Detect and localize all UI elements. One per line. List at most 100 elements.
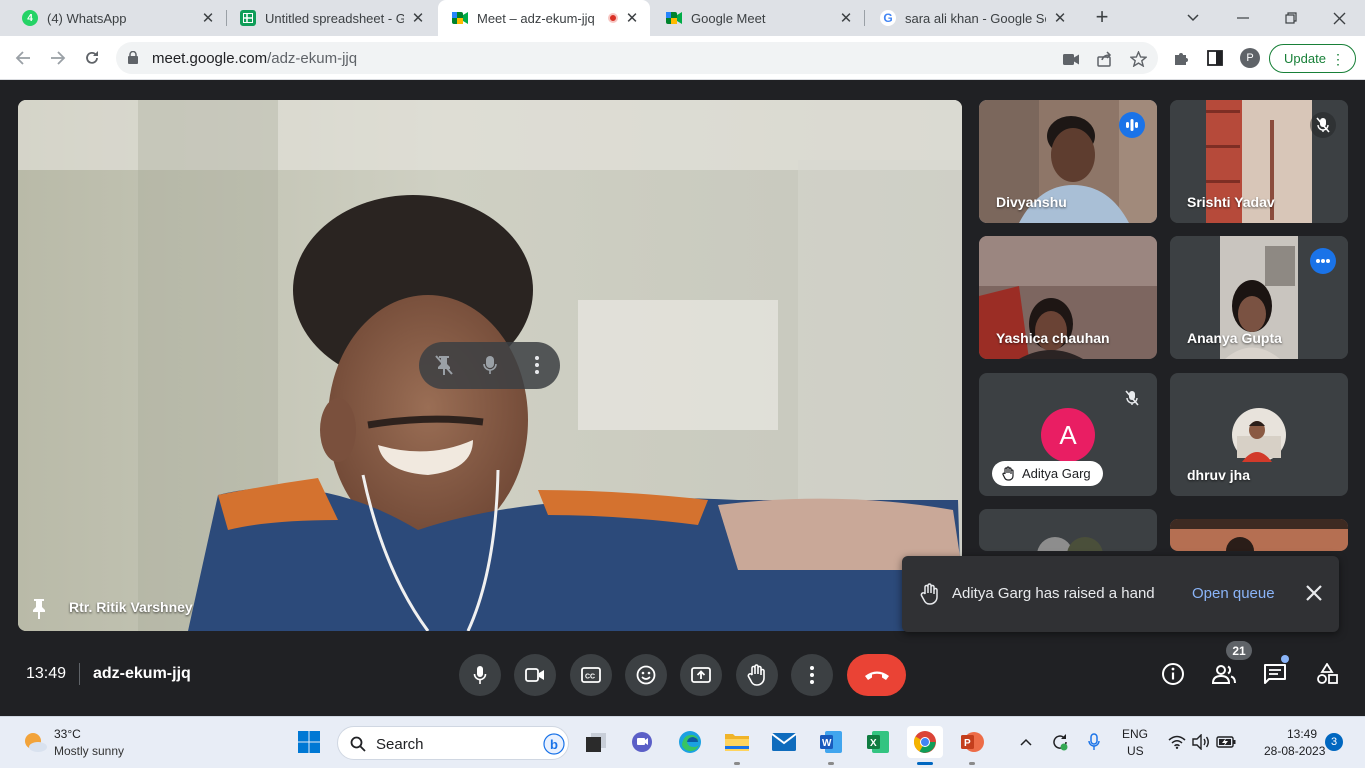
more-options-icon[interactable] [526, 354, 548, 376]
meeting-details-button[interactable] [1159, 660, 1187, 688]
tab-meet-active[interactable]: Meet – adz-ekum-jjq ✕ [438, 0, 650, 36]
edge-browser-button[interactable] [676, 728, 704, 756]
weather-temperature[interactable]: 33°C [54, 727, 81, 741]
participant-tile[interactable]: Divyanshu [979, 100, 1157, 223]
update-button[interactable]: Update ⋮ [1269, 44, 1356, 73]
close-window-button[interactable] [1316, 0, 1362, 36]
unpin-icon[interactable] [433, 354, 455, 376]
info-icon [1162, 663, 1184, 685]
captions-button[interactable]: CC [570, 654, 612, 696]
url-text[interactable]: meet.google.com/adz-ekum-jjq [152, 50, 357, 67]
restore-button[interactable] [1268, 0, 1314, 36]
profile-avatar[interactable]: P [1240, 48, 1260, 68]
word-button[interactable]: W [817, 728, 845, 756]
language-indicator[interactable]: ENG [1122, 727, 1148, 741]
participant-tile[interactable]: A Aditya Garg [979, 373, 1157, 496]
chrome-icon [914, 731, 936, 753]
activities-button[interactable] [1313, 660, 1341, 688]
file-explorer-button[interactable] [723, 728, 751, 756]
video-camera-icon [525, 668, 544, 682]
side-panel-icon[interactable] [1206, 49, 1224, 67]
participant-tile[interactable]: Srishti Yadav [1170, 100, 1348, 223]
participant-tile[interactable]: dhruv jha [1170, 373, 1348, 496]
powerpoint-button[interactable]: P [958, 728, 986, 756]
address-bar[interactable]: meet.google.com/adz-ekum-jjq [116, 42, 1158, 74]
raised-hand-notification: Aditya Garg has raised a hand Open queue [902, 556, 1339, 632]
clock-date[interactable]: 28-08-2023 [1264, 744, 1325, 758]
chevron-up-icon [1020, 738, 1032, 746]
main-video-tile[interactable]: Rtr. Ritik Varshney [18, 100, 962, 631]
chat-button[interactable] [1261, 660, 1289, 688]
main-speaker-name: Rtr. Ritik Varshney [69, 599, 193, 615]
meeting-code: adz-ekum-jjq [93, 665, 191, 682]
weather-sun-icon[interactable] [22, 729, 48, 755]
microphone-tray-button[interactable] [1080, 728, 1108, 756]
extensions-puzzle-icon[interactable] [1172, 49, 1190, 67]
battery-tray-button[interactable] [1212, 728, 1240, 756]
present-screen-button[interactable] [680, 654, 722, 696]
tab-spreadsheet[interactable]: Untitled spreadsheet - Go ✕ [226, 0, 436, 36]
close-tab-icon[interactable]: ✕ [410, 9, 426, 27]
tab-google-meet[interactable]: Google Meet ✕ [652, 0, 864, 36]
participant-count-badge: 21 [1226, 641, 1252, 660]
update-label: Update [1284, 51, 1326, 66]
excel-button[interactable]: X [864, 728, 892, 756]
start-button[interactable] [295, 728, 323, 756]
raised-hand-badge: Aditya Garg [992, 461, 1103, 486]
tile-hover-controls [419, 342, 560, 389]
wifi-icon [1168, 735, 1186, 749]
keyboard-layout[interactable]: US [1127, 744, 1144, 758]
present-icon [691, 667, 711, 683]
camera-in-use-icon[interactable] [1062, 50, 1080, 68]
participant-name: Divyanshu [996, 194, 1067, 210]
notification-badge[interactable]: 3 [1325, 733, 1343, 751]
clock-time[interactable]: 13:49 [1287, 727, 1317, 741]
tab-search-chevron-icon[interactable] [1170, 0, 1216, 36]
sync-tray-button[interactable] [1046, 728, 1074, 756]
emoji-icon [636, 665, 656, 685]
participant-avatar-group [1037, 537, 1103, 551]
search-icon [350, 736, 366, 752]
people-button[interactable] [1210, 660, 1238, 688]
lock-icon[interactable] [128, 51, 138, 64]
close-tab-icon[interactable]: ✕ [624, 9, 640, 27]
teams-chat-button[interactable] [628, 728, 656, 756]
close-tab-icon[interactable]: ✕ [838, 9, 854, 27]
tab-google-search[interactable]: G sara ali khan - Google Sea ✕ [866, 0, 1078, 36]
participant-tile-partial[interactable] [979, 509, 1157, 551]
close-notification-icon[interactable] [1304, 583, 1324, 603]
open-queue-link[interactable]: Open queue [1192, 585, 1275, 602]
close-tab-icon[interactable]: ✕ [1052, 9, 1068, 27]
bookmark-star-icon[interactable] [1129, 50, 1147, 68]
back-button[interactable] [11, 46, 35, 70]
participant-tile-partial[interactable] [1170, 519, 1348, 551]
chrome-button[interactable] [907, 726, 943, 758]
pin-icon[interactable] [30, 598, 48, 620]
participant-tile[interactable]: Yashica chauhan [979, 236, 1157, 359]
mute-participant-icon[interactable] [479, 354, 501, 376]
participant-tile[interactable]: Ananya Gupta [1170, 236, 1348, 359]
show-hidden-icons-button[interactable] [1012, 728, 1040, 756]
reactions-button[interactable] [625, 654, 667, 696]
raise-hand-button[interactable] [736, 654, 778, 696]
new-tab-button[interactable]: + [1090, 6, 1114, 30]
taskbar-search-box[interactable]: Search b [337, 726, 569, 760]
more-options-button[interactable] [791, 654, 833, 696]
task-view-button[interactable] [582, 728, 610, 756]
mail-button[interactable] [770, 728, 798, 756]
minimize-button[interactable] [1220, 0, 1266, 36]
share-icon[interactable] [1096, 50, 1114, 68]
close-tab-icon[interactable]: ✕ [200, 9, 216, 27]
volume-tray-button[interactable] [1187, 728, 1215, 756]
forward-button[interactable] [46, 46, 70, 70]
participant-name: dhruv jha [1187, 467, 1251, 483]
microphone-button[interactable] [459, 654, 501, 696]
leave-call-button[interactable] [847, 654, 906, 696]
tab-whatsapp[interactable]: 4 (4) WhatsApp ✕ [8, 0, 226, 36]
tab-strip: 4 (4) WhatsApp ✕ Untitled spreadsheet - … [0, 0, 1365, 36]
weather-description[interactable]: Mostly sunny [54, 744, 124, 758]
bing-icon[interactable]: b [543, 733, 565, 755]
camera-button[interactable] [514, 654, 556, 696]
avatar [1232, 408, 1286, 462]
reload-button[interactable] [80, 46, 104, 70]
